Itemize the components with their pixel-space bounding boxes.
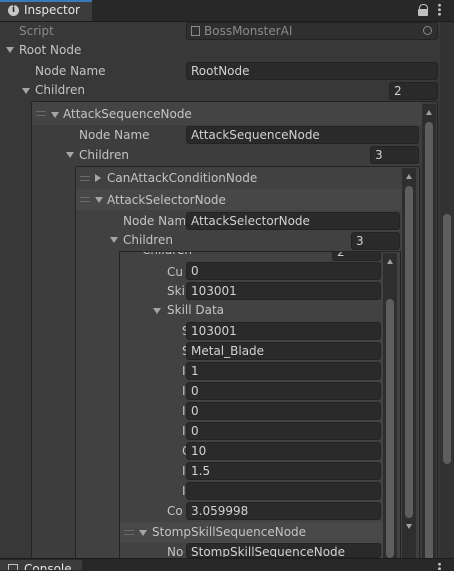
foldout-arrow-icon[interactable] [95, 197, 103, 203]
tab-console[interactable]: Console [0, 560, 82, 570]
attack-seq-node-name-label: Node Name [79, 128, 150, 142]
skill-field[interactable]: Metal_Blade [186, 342, 381, 360]
foldout-arrow-icon[interactable] [110, 237, 118, 243]
foldout-arrow-icon[interactable] [139, 530, 147, 536]
attack-selector-node-label[interactable]: AttackSelectorNode [107, 190, 226, 210]
script-file-icon [191, 26, 200, 36]
skill-field[interactable]: 0 [186, 382, 381, 400]
drag-handle-icon[interactable] [36, 111, 46, 116]
cut-off-children-label: Children [142, 252, 192, 260]
script-label: Script [19, 24, 54, 38]
console-icon [8, 564, 18, 570]
root-children-count-field[interactable]: 2 [389, 82, 438, 100]
ski-label: Ski [167, 284, 185, 298]
attack-sel-list-scrollbar[interactable] [383, 253, 397, 558]
attack-seq-node-name-field[interactable]: AttackSequenceNode [186, 126, 419, 144]
skill-field[interactable]: 103001 [186, 322, 381, 340]
cu-label: Cu [167, 265, 183, 279]
co-label: Co [167, 504, 183, 518]
more-options-icon[interactable] [438, 562, 441, 570]
lock-body-icon [418, 9, 428, 16]
skill-field[interactable]: 1.5 [186, 462, 381, 480]
ski-field[interactable]: 103001 [186, 282, 381, 300]
skill-field[interactable]: 10 [186, 442, 381, 460]
tab-inspector-label: Inspector [24, 3, 80, 17]
drag-handle-icon[interactable] [80, 176, 90, 181]
attack-sel-node-name-field[interactable]: AttackSelectorNode [186, 212, 400, 230]
attack-seq-list-scrollbar[interactable] [402, 168, 416, 570]
foldout-arrow-icon[interactable] [22, 88, 30, 94]
cut-off-children-count: 2 [332, 252, 381, 261]
attack-seq-children-label[interactable]: Children [79, 145, 129, 165]
root-list-scrollbar[interactable] [422, 104, 436, 570]
attack-sel-node-name-label: Node Nam [123, 214, 185, 228]
drag-handle-icon[interactable] [124, 530, 134, 535]
drag-handle-icon[interactable] [80, 197, 90, 202]
inspector-scroll-thumb[interactable] [443, 214, 451, 464]
tab-inspector[interactable]: i Inspector [0, 0, 92, 21]
can-attack-condition-node-label[interactable]: CanAttackConditionNode [107, 168, 257, 188]
foldout-arrow-icon[interactable] [6, 47, 14, 53]
script-field: BossMonsterAI [186, 22, 438, 40]
root-children-label[interactable]: Children [35, 80, 85, 100]
skill-field[interactable]: 0 [186, 402, 381, 420]
attack-seq-list-scroll-thumb[interactable] [405, 186, 413, 518]
object-picker-icon[interactable] [423, 26, 432, 35]
more-options-icon[interactable] [438, 3, 441, 16]
attack-sel-children-label[interactable]: Children [123, 230, 173, 250]
skill-field[interactable]: 0 [186, 422, 381, 440]
attack-seq-children-count-field[interactable]: 3 [370, 146, 419, 164]
root-node-label[interactable]: Root Node [19, 40, 81, 60]
skill-data-label[interactable]: Skill Data [167, 300, 224, 320]
scroll-up-arrow-icon[interactable] [387, 259, 393, 264]
attack-sequence-node-label[interactable]: AttackSequenceNode [63, 104, 192, 124]
foldout-arrow-icon[interactable] [95, 174, 101, 182]
foldout-arrow-icon[interactable] [66, 152, 74, 158]
root-node-name-field[interactable]: RootNode [186, 62, 438, 80]
skill-field[interactable] [186, 482, 381, 500]
scroll-down-arrow-icon[interactable] [406, 524, 412, 529]
script-field-value: BossMonsterAI [204, 24, 293, 38]
info-icon: i [8, 5, 19, 16]
attack-sel-list-scroll-thumb[interactable] [386, 299, 394, 558]
inspector-scrollbar[interactable] [440, 22, 454, 558]
root-list-scroll-thumb[interactable] [425, 122, 433, 564]
stomp-node-name-field[interactable]: StompSkillSequenceNode [186, 543, 381, 558]
scroll-up-arrow-icon[interactable] [406, 174, 412, 179]
skill-field[interactable]: 1 [186, 362, 381, 380]
root-node-name-label: Node Name [35, 64, 106, 78]
tab-console-label: Console [24, 562, 72, 570]
foldout-arrow-icon[interactable] [51, 112, 59, 118]
foldout-arrow-icon[interactable] [153, 308, 161, 314]
cu-field[interactable]: 0 [186, 262, 381, 280]
attack-sel-children-count-field[interactable]: 3 [351, 232, 400, 250]
scroll-up-arrow-icon[interactable] [426, 110, 432, 115]
stomp-skill-sequence-node-label[interactable]: StompSkillSequenceNode [152, 522, 306, 542]
co-field[interactable]: 3.059998 [186, 502, 381, 520]
